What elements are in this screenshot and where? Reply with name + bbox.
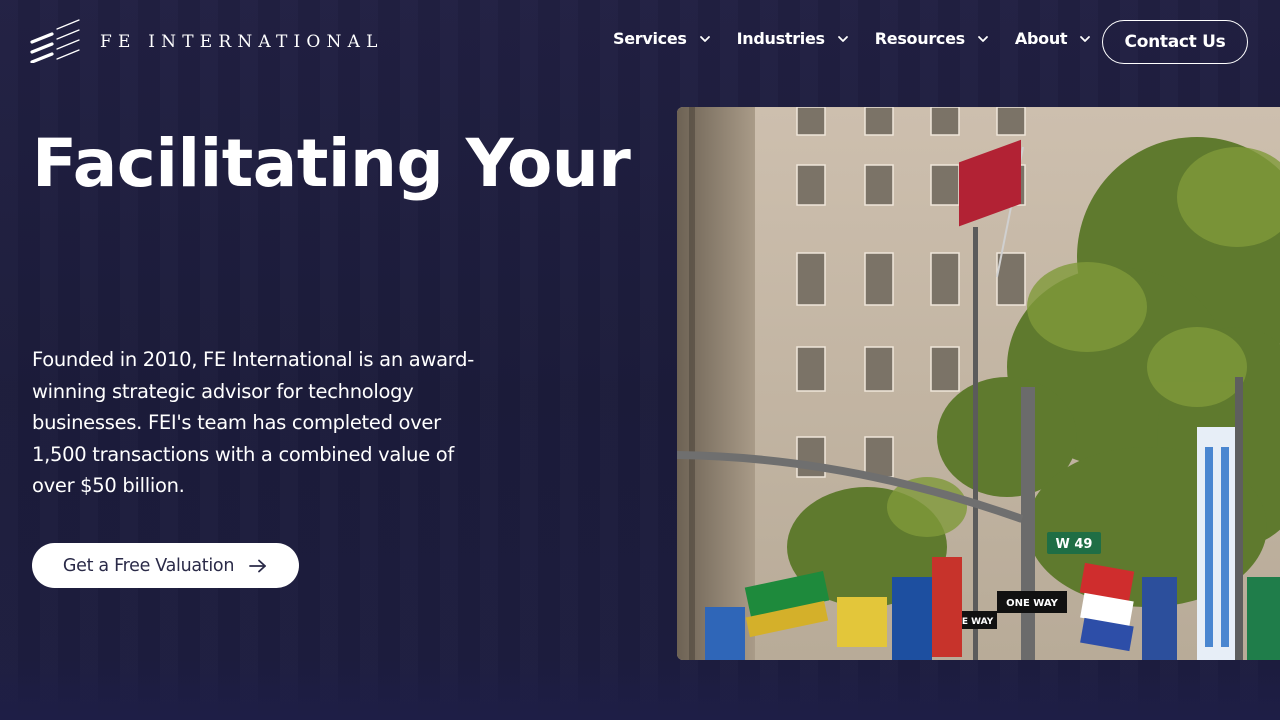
nav-item-services[interactable]: Services bbox=[613, 29, 711, 48]
page: FE INTERNATIONAL Services Industries Res… bbox=[0, 0, 1280, 720]
street-sign-text: W 49 bbox=[1056, 537, 1093, 552]
nav-item-about[interactable]: About bbox=[1015, 29, 1091, 48]
free-valuation-button[interactable]: Get a Free Valuation bbox=[32, 543, 299, 588]
nav-label: Resources bbox=[874, 29, 965, 48]
chevron-down-icon bbox=[978, 35, 988, 42]
chevron-down-icon bbox=[1080, 35, 1091, 42]
site-header: FE INTERNATIONAL Services Industries Res… bbox=[0, 0, 1280, 84]
logo-link[interactable]: FE INTERNATIONAL bbox=[30, 19, 384, 63]
chevron-down-icon bbox=[699, 35, 710, 42]
nav-item-resources[interactable]: Resources bbox=[875, 29, 989, 48]
nav-label: About bbox=[1014, 29, 1068, 48]
chevron-down-icon bbox=[837, 35, 848, 42]
brand-name: FE INTERNATIONAL bbox=[100, 31, 384, 52]
cta-label: Get a Free Valuation bbox=[62, 555, 235, 576]
hero-photo: W 49 ONE WAY ONE WAY bbox=[677, 107, 1280, 660]
hero-description: Founded in 2010, FE International is an … bbox=[32, 348, 474, 497]
city-street-image: W 49 ONE WAY ONE WAY bbox=[677, 107, 1280, 660]
nav-label: Services bbox=[613, 29, 687, 48]
nav-item-industries[interactable]: Industries bbox=[737, 29, 849, 48]
fe-international-logo-icon bbox=[30, 19, 80, 63]
contact-us-button[interactable]: Contact Us bbox=[1102, 20, 1248, 64]
main-nav: Services Industries Resources About bbox=[613, 29, 1091, 48]
one-way-sign-text: ONE WAY bbox=[1006, 598, 1059, 609]
nav-label: Industries bbox=[736, 29, 825, 48]
hero-title: Facilitating Your bbox=[32, 125, 631, 202]
arrow-right-icon bbox=[249, 559, 267, 572]
